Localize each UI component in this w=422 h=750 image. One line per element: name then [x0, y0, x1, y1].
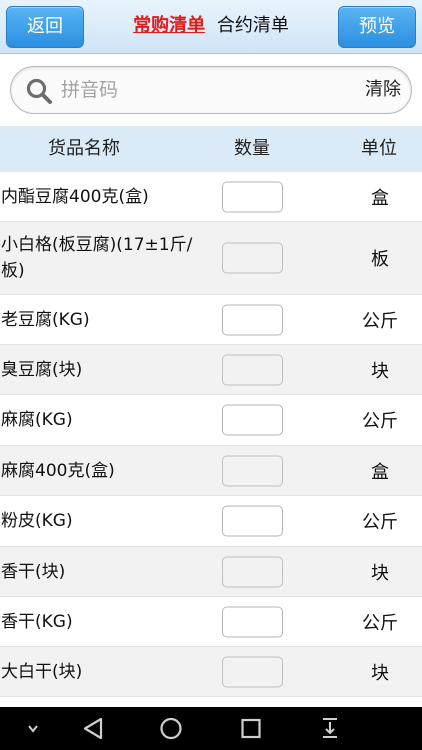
quantity-input[interactable]: [222, 404, 283, 436]
search-box: 清除: [10, 66, 412, 114]
quantity-input[interactable]: [222, 304, 283, 335]
table-header: 货品名称 数量 单位: [0, 126, 422, 172]
product-unit: 公斤: [362, 612, 398, 634]
product-unit: 块: [371, 562, 389, 584]
top-bar: 返回 常购清单 合约清单 预览: [0, 0, 422, 54]
table-row: 粉皮(KG) 公斤: [0, 496, 422, 547]
quantity-input[interactable]: [222, 181, 283, 212]
product-name: 香干(块): [1, 561, 66, 582]
product-list: 内酯豆腐400克(盒) 盒 小白格(板豆腐)(17±1斤/板) 板 老豆腐(KG…: [0, 172, 422, 697]
product-unit: 公斤: [362, 411, 398, 432]
quantity-input[interactable]: [222, 354, 283, 385]
tab-frequent-list[interactable]: 常购清单: [133, 15, 205, 36]
column-header-name: 货品名称: [48, 138, 120, 159]
product-name: 粉皮(KG): [1, 511, 73, 531]
product-unit: 块: [371, 662, 389, 684]
search-input[interactable]: [61, 75, 351, 105]
product-name: 小白格(板豆腐)(17±1斤/板): [1, 235, 193, 281]
table-row: 大白干(块) 块: [0, 647, 422, 697]
quantity-input[interactable]: [222, 455, 283, 486]
quantity-input[interactable]: [222, 505, 283, 537]
table-row: 内酯豆腐400克(盒) 盒: [0, 172, 422, 222]
clear-button[interactable]: 清除: [365, 78, 401, 102]
table-row: 香干(块) 块: [0, 547, 422, 597]
quantity-input[interactable]: [222, 556, 283, 587]
column-header-unit: 单位: [361, 138, 397, 159]
product-unit: 板: [371, 249, 389, 270]
product-unit: 公斤: [362, 512, 398, 533]
table-row: 麻腐400克(盒) 盒: [0, 446, 422, 496]
system-nav-bar: [0, 707, 422, 750]
product-unit: 盒: [371, 187, 389, 209]
table-row: 小白格(板豆腐)(17±1斤/板) 板: [0, 222, 422, 295]
product-unit: 公斤: [362, 310, 398, 332]
table-row: 臭豆腐(块) 块: [0, 345, 422, 395]
quantity-input[interactable]: [222, 242, 283, 274]
tab-contract-list[interactable]: 合约清单: [217, 15, 289, 36]
table-row: 老豆腐(KG) 公斤: [0, 295, 422, 345]
home-circle-icon[interactable]: [158, 707, 184, 750]
quantity-input[interactable]: [222, 656, 283, 687]
column-header-quantity: 数量: [234, 138, 270, 159]
recents-square-icon[interactable]: [239, 707, 263, 750]
product-name: 臭豆腐(块): [1, 359, 83, 380]
product-name: 老豆腐(KG): [1, 309, 90, 330]
table-row: 麻腐(KG) 公斤: [0, 395, 422, 446]
product-name: 内酯豆腐400克(盒): [1, 186, 149, 207]
product-name: 大白干(块): [1, 661, 83, 682]
quantity-input[interactable]: [222, 606, 283, 637]
product-name: 香干(KG): [1, 611, 73, 632]
chevron-down-icon[interactable]: [22, 707, 44, 750]
product-name: 麻腐400克(盒): [1, 460, 115, 481]
back-triangle-icon[interactable]: [80, 707, 106, 750]
table-row: 香干(KG) 公斤: [0, 597, 422, 647]
notification-pull-icon[interactable]: [318, 707, 342, 750]
search-icon: [26, 78, 52, 104]
product-unit: 块: [371, 360, 389, 382]
search-area: 清除: [0, 54, 422, 126]
product-name: 麻腐(KG): [1, 410, 73, 430]
preview-button[interactable]: 预览: [338, 6, 416, 48]
product-unit: 盒: [371, 461, 389, 483]
